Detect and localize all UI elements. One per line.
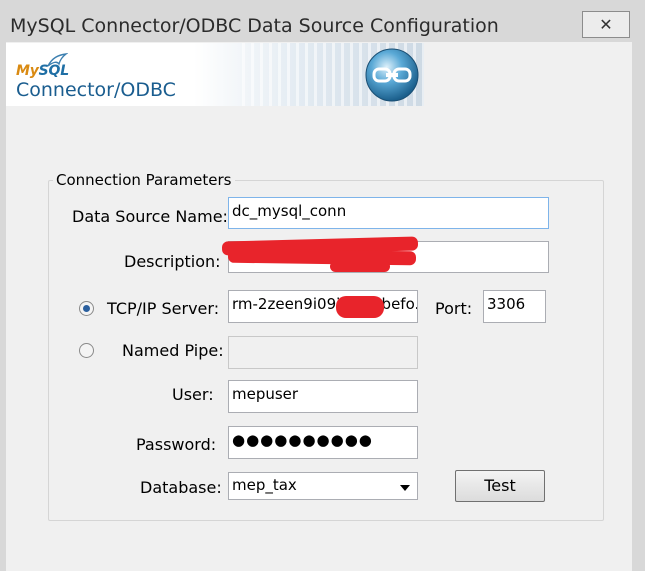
port-input[interactable]: 3306 <box>483 290 546 323</box>
config-window: MySQL Connector/ODBC Data Source Configu… <box>0 0 645 571</box>
close-icon: ✕ <box>599 15 613 34</box>
description-label: Description: <box>124 252 221 271</box>
database-selected-value: mep_tax <box>232 476 297 494</box>
password-input[interactable]: ●●●●●●●●●● <box>228 426 418 459</box>
database-label: Database: <box>140 478 222 497</box>
tcpip-label: TCP/IP Server: <box>107 299 220 318</box>
radio-selected-dot <box>83 305 90 312</box>
close-button[interactable]: ✕ <box>582 11 630 38</box>
tcpip-radio[interactable] <box>79 301 94 316</box>
database-select[interactable]: mep_tax <box>228 472 418 500</box>
password-label: Password: <box>136 435 217 454</box>
user-input[interactable]: mepuser <box>228 380 418 413</box>
named-pipe-label: Named Pipe: <box>122 341 224 360</box>
product-name: Connector/ODBC <box>16 79 176 101</box>
connection-parameters-label: Connection Parameters <box>53 171 235 189</box>
user-label: User: <box>172 385 214 404</box>
window-frame-right <box>632 42 645 571</box>
redaction-mark <box>330 261 390 272</box>
brand-sql: SQL <box>38 63 70 79</box>
chain-link-icon <box>365 48 419 102</box>
title-bar[interactable]: MySQL Connector/ODBC Data Source Configu… <box>0 0 645 42</box>
named-pipe-radio[interactable] <box>79 343 94 358</box>
tcpip-server-input[interactable]: rm-2zeen9i09ic74 obefo.r <box>228 290 418 323</box>
port-label: Port: <box>435 299 473 318</box>
product-banner: MySQL Connector/ODBC <box>6 43 424 106</box>
chevron-down-icon[interactable] <box>400 485 410 491</box>
brand-my: My <box>16 63 39 79</box>
window-title: MySQL Connector/ODBC Data Source Configu… <box>10 15 499 37</box>
redaction-mark <box>336 296 384 318</box>
dsn-input[interactable]: dc_mysql_conn <box>228 197 549 229</box>
dsn-label: Data Source Name: <box>72 207 228 226</box>
named-pipe-input[interactable] <box>228 336 418 369</box>
test-button[interactable]: Test <box>455 470 545 502</box>
mysql-wordmark: MySQL <box>16 63 69 79</box>
